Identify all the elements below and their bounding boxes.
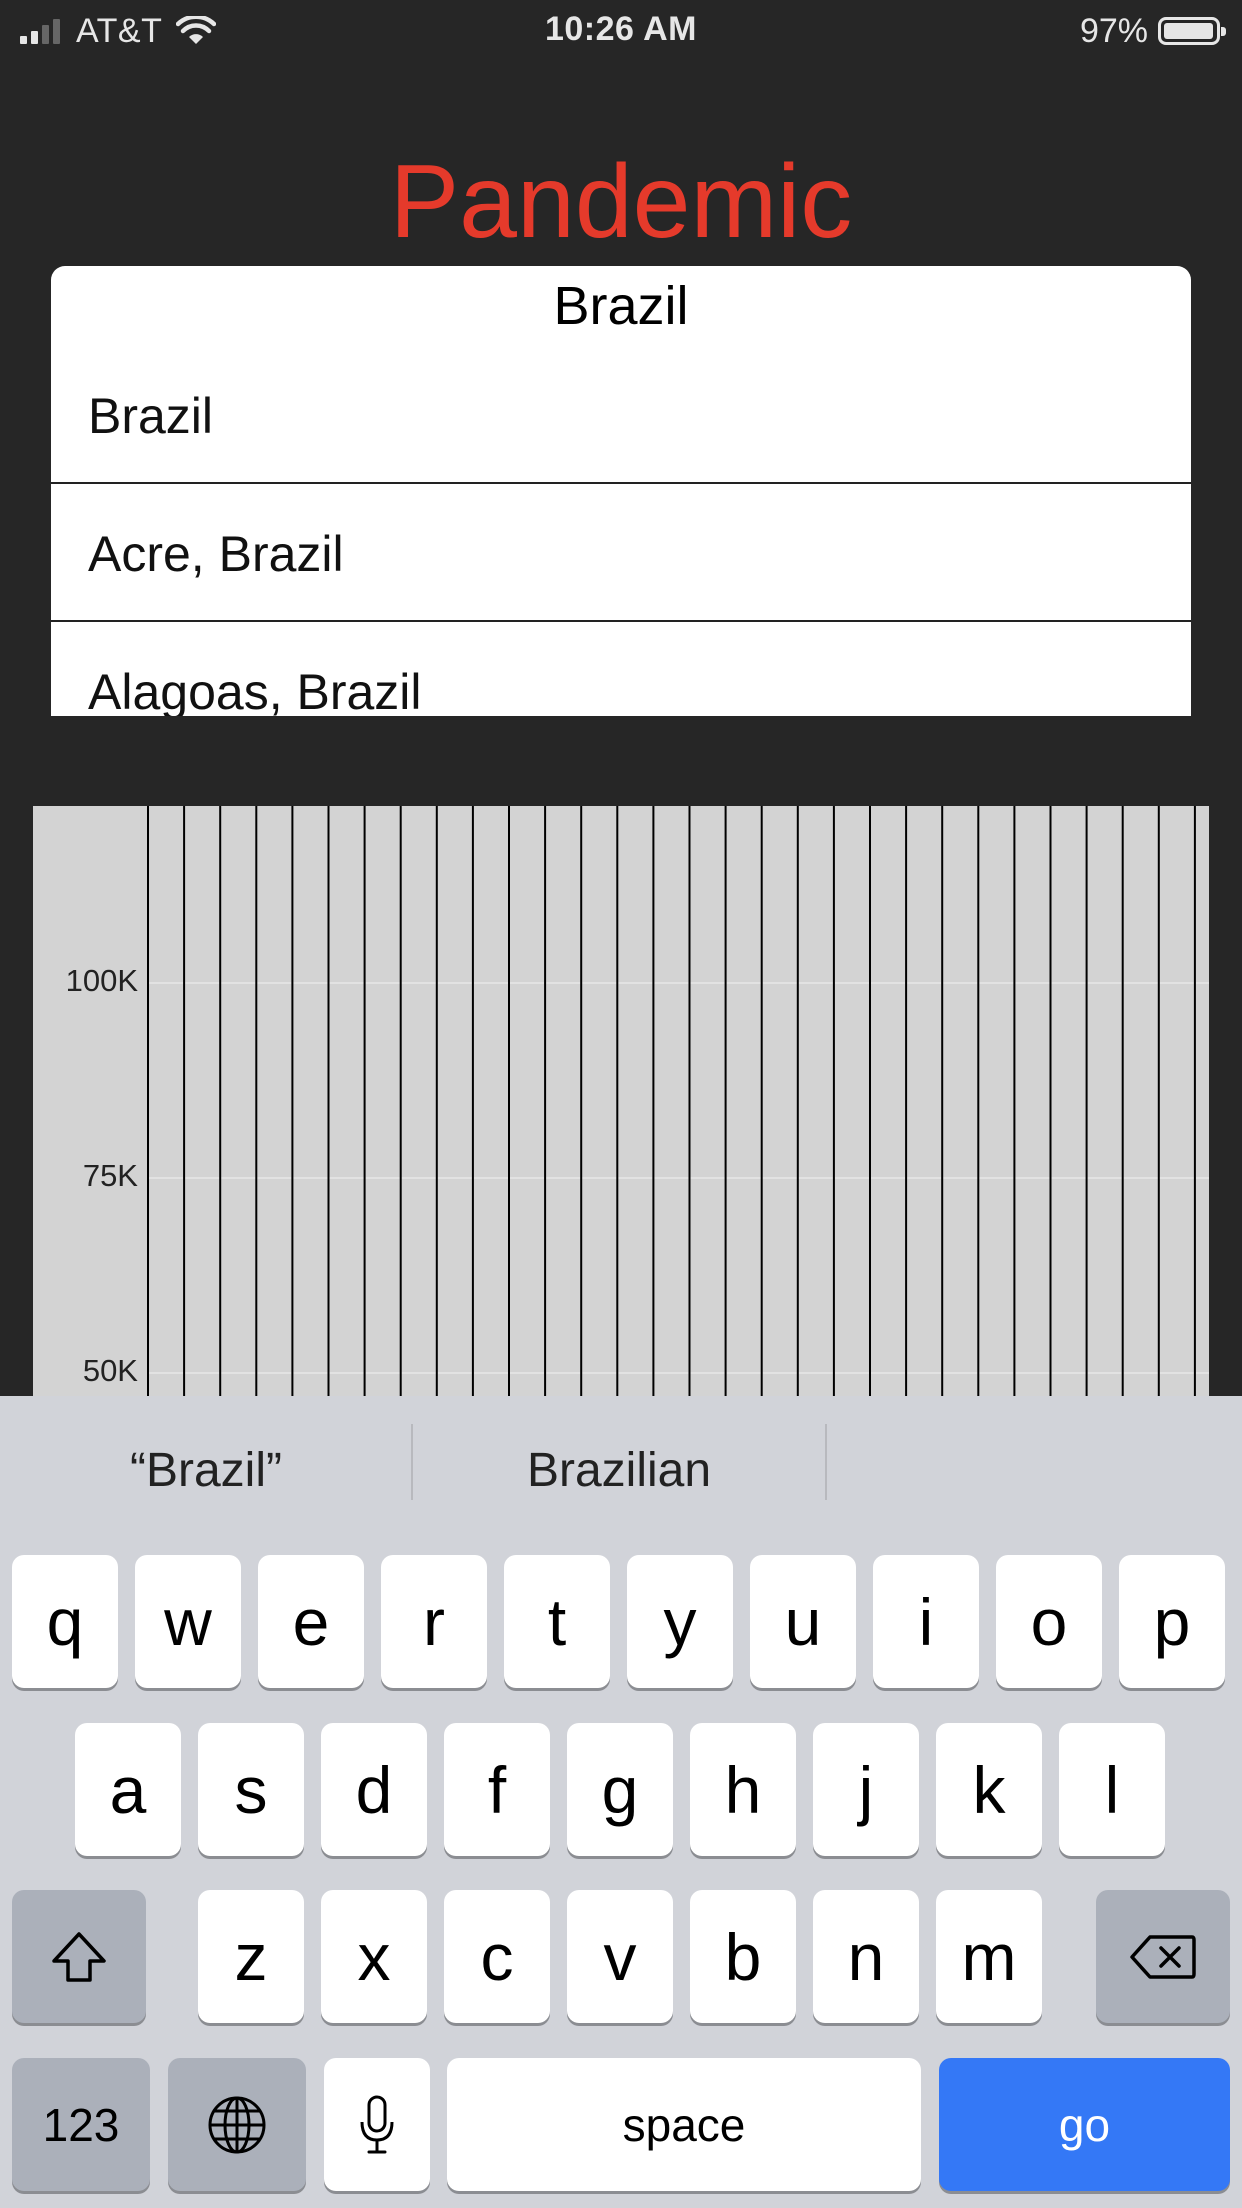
status-time: 10:26 AM xyxy=(544,10,698,48)
key-x[interactable]: x xyxy=(321,1890,427,2023)
cases-chart: 100K 75K 50K xyxy=(33,806,1209,1406)
shift-icon xyxy=(52,1931,106,1982)
y-tick-label: 50K xyxy=(82,1353,138,1388)
key-o[interactable]: o xyxy=(996,1555,1102,1688)
chart-plot-area xyxy=(147,806,1209,1406)
country-search-input[interactable] xyxy=(51,266,1191,346)
search-result-item[interactable]: Brazil xyxy=(51,346,1191,484)
search-result-item[interactable]: Alagoas, Brazil xyxy=(51,622,1191,716)
globe-icon xyxy=(208,2096,266,2153)
key-y[interactable]: y xyxy=(627,1555,733,1688)
key-v[interactable]: v xyxy=(567,1890,673,2023)
key-u[interactable]: u xyxy=(750,1555,856,1688)
y-tick-label: 75K xyxy=(82,1158,138,1193)
key-s[interactable]: s xyxy=(198,1723,304,1856)
key-q[interactable]: q xyxy=(12,1555,118,1688)
y-tick-label: 100K xyxy=(65,963,138,998)
key-l[interactable]: l xyxy=(1059,1723,1165,1856)
suggestion-item[interactable]: “Brazil” xyxy=(0,1396,412,1544)
key-w[interactable]: w xyxy=(135,1555,241,1688)
key-c[interactable]: c xyxy=(444,1890,550,2023)
key-i[interactable]: i xyxy=(873,1555,979,1688)
search-result-item[interactable]: Acre, Brazil xyxy=(51,484,1191,622)
key-m[interactable]: m xyxy=(936,1890,1042,2023)
key-d[interactable]: d xyxy=(321,1723,427,1856)
suggestion-item-empty[interactable] xyxy=(827,1396,1242,1544)
microphone-icon xyxy=(360,2095,394,2153)
suggestion-item[interactable]: Brazilian xyxy=(413,1396,825,1544)
key-k[interactable]: k xyxy=(936,1723,1042,1856)
microphone-key[interactable] xyxy=(324,2058,430,2191)
delete-icon xyxy=(1130,1934,1196,1979)
key-t[interactable]: t xyxy=(504,1555,610,1688)
key-a[interactable]: a xyxy=(75,1723,181,1856)
key-z[interactable]: z xyxy=(198,1890,304,2023)
battery-fill xyxy=(1164,23,1213,39)
key-j[interactable]: j xyxy=(813,1723,919,1856)
status-bar: AT&T 10:26 AM 97% xyxy=(0,0,1242,62)
key-g[interactable]: g xyxy=(567,1723,673,1856)
key-n[interactable]: n xyxy=(813,1890,919,2023)
status-right: 97% xyxy=(1079,10,1226,52)
keyboard: “Brazil” Brazilian q w e r t y u i o p a… xyxy=(0,1396,1242,2208)
battery-percent: 97% xyxy=(1079,11,1148,50)
app-title: Pandemic xyxy=(389,144,853,260)
delete-key[interactable] xyxy=(1096,1890,1230,2023)
key-e[interactable]: e xyxy=(258,1555,364,1688)
battery-icon xyxy=(1158,17,1226,45)
globe-key[interactable] xyxy=(168,2058,306,2191)
key-p[interactable]: p xyxy=(1119,1555,1225,1688)
go-key[interactable]: go xyxy=(939,2058,1230,2191)
key-b[interactable]: b xyxy=(690,1890,796,2023)
space-key[interactable]: space xyxy=(447,2058,921,2191)
battery-nub xyxy=(1221,27,1226,36)
suggestion-bar: “Brazil” Brazilian xyxy=(0,1396,1242,1544)
key-r[interactable]: r xyxy=(381,1555,487,1688)
key-h[interactable]: h xyxy=(690,1723,796,1856)
numbers-key[interactable]: 123 xyxy=(12,2058,150,2191)
search-results-dropdown: Brazil Acre, Brazil Alagoas, Brazil xyxy=(51,346,1191,716)
shift-key[interactable] xyxy=(12,1890,146,2023)
key-f[interactable]: f xyxy=(444,1723,550,1856)
